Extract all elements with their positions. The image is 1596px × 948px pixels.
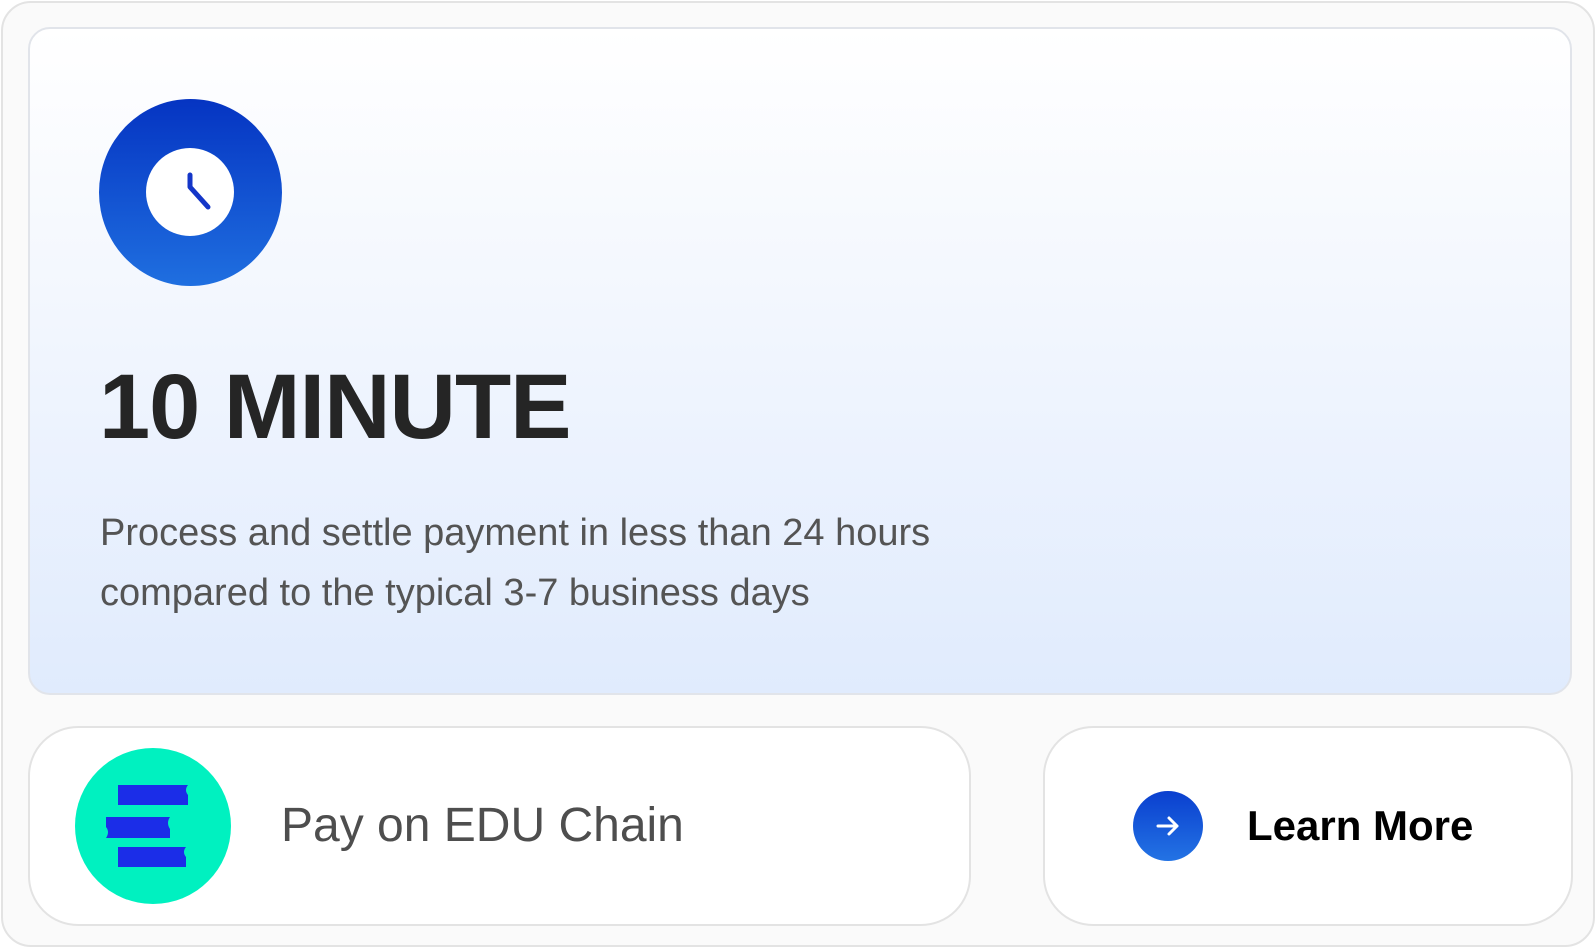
arrow-right-icon	[1156, 816, 1179, 836]
clock-icon	[146, 148, 234, 236]
payment-feature-card: 10 MINUTE Process and settle payment in …	[1, 1, 1595, 947]
pay-on-edu-chain-button[interactable]: Pay on EDU Chain	[28, 726, 971, 926]
learn-more-label: Learn More	[1247, 802, 1474, 849]
clock-badge	[99, 99, 282, 286]
hero-description: Process and settle payment in less than …	[100, 503, 1150, 623]
edu-chain-books-icon	[106, 785, 188, 867]
edu-chain-logo	[75, 748, 231, 904]
hero-panel: 10 MINUTE Process and settle payment in …	[28, 27, 1572, 695]
hero-description-line-1: Process and settle payment in less than …	[100, 512, 931, 554]
hero-description-line-2: compared to the typical 3-7 business day…	[100, 572, 810, 614]
learn-more-button[interactable]: Learn More	[1043, 726, 1573, 926]
arrow-circle	[1133, 791, 1203, 861]
hero-title: 10 MINUTE	[99, 356, 572, 458]
pay-on-edu-chain-label: Pay on EDU Chain	[281, 799, 684, 852]
